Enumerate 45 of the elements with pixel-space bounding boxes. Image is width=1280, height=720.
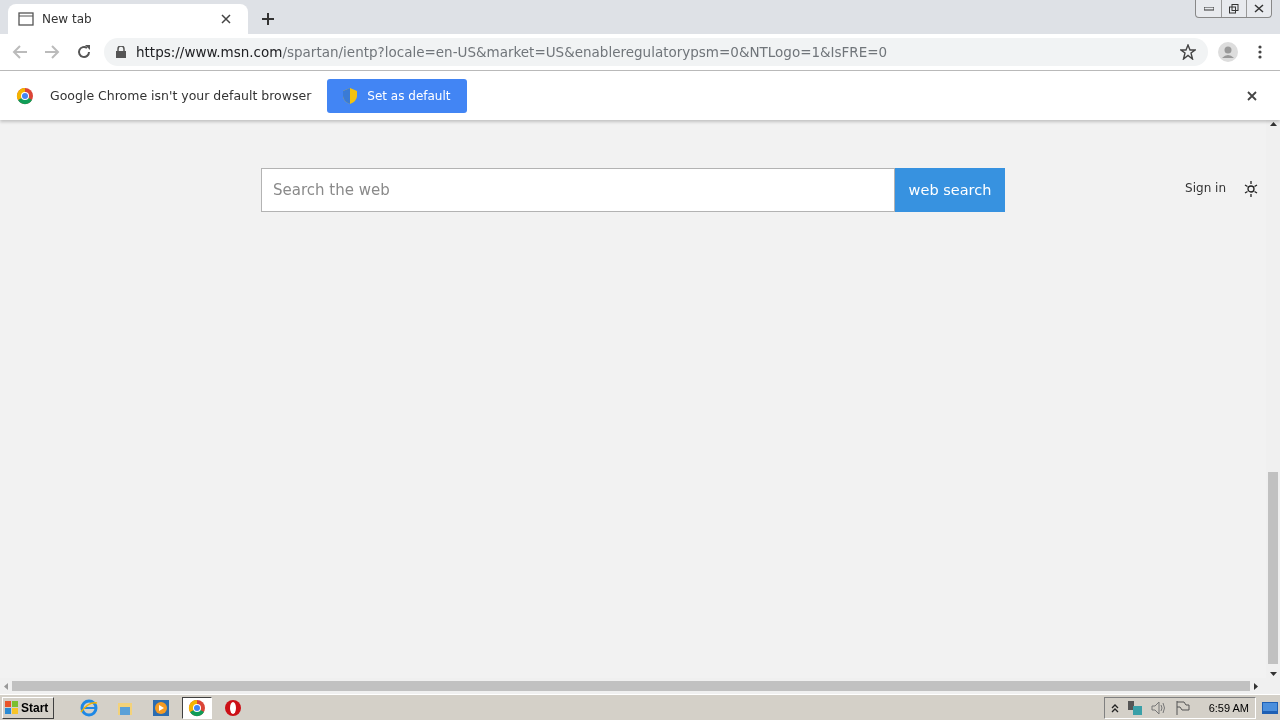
right-arrow-icon — [1254, 682, 1258, 690]
lock-icon — [116, 46, 126, 58]
person-icon — [1218, 42, 1238, 62]
search-field[interactable]: Search the web — [261, 168, 895, 212]
set-default-button[interactable]: Set as default — [327, 78, 467, 113]
close-icon — [1254, 4, 1264, 13]
address-bar[interactable]: https://www.msn.com/spartan/ientp?locale=en-US&market=US&enableregulatorypsm=0&NTLogo=1&IsFRE=0 — [104, 38, 1208, 66]
opera-icon[interactable] — [224, 698, 242, 717]
star-icon[interactable] — [1180, 44, 1196, 60]
infobar-message: Google Chrome isn't your default browser — [50, 88, 312, 103]
chrome-icon[interactable] — [188, 698, 206, 717]
menu-dots-icon — [1258, 45, 1262, 59]
scrollbar-thumb[interactable] — [12, 681, 1250, 691]
speaker-icon[interactable] — [1150, 700, 1167, 715]
profile-button[interactable] — [1216, 40, 1240, 64]
sign-in-link[interactable]: Sign in — [1185, 181, 1226, 195]
up-arrow-icon — [1269, 122, 1277, 126]
minimize-icon — [1203, 6, 1214, 11]
forward-arrow-icon — [44, 44, 60, 60]
settings-icon[interactable] — [1244, 180, 1258, 198]
network-icon[interactable] — [1126, 699, 1143, 716]
show-desktop-icon[interactable] — [1262, 700, 1278, 715]
tab-title: New tab — [42, 12, 93, 26]
reload-icon — [76, 44, 92, 60]
browser-e-icon[interactable] — [80, 698, 98, 717]
chevron-up-icon[interactable] — [1110, 702, 1119, 713]
plus-icon — [262, 13, 274, 25]
clock: 6:59 AM — [1208, 701, 1249, 714]
down-arrow-icon — [1269, 672, 1277, 676]
media-player-icon[interactable] — [152, 698, 170, 717]
left-arrow-icon — [4, 682, 8, 690]
restore-icon — [1229, 3, 1239, 14]
taskbar-app[interactable] — [182, 696, 212, 719]
scrollbar-thumb[interactable] — [1268, 472, 1278, 664]
shield-icon — [343, 87, 358, 104]
close-icon — [1247, 90, 1257, 101]
url-text: https://www.msn.com/spartan/ientp?locale=en-US&market=US&enableregulatorypsm=0&NTLogo=1&IsFRE=0 — [136, 44, 888, 60]
page-icon — [18, 12, 34, 26]
windows-flag-icon — [5, 700, 19, 715]
back-arrow-icon — [12, 44, 28, 60]
start-button[interactable]: Start — [2, 696, 54, 719]
chrome-icon — [16, 86, 34, 105]
flag-icon[interactable] — [1174, 699, 1191, 716]
browser-tab[interactable]: New tab — [8, 4, 248, 34]
close-icon — [221, 14, 231, 24]
